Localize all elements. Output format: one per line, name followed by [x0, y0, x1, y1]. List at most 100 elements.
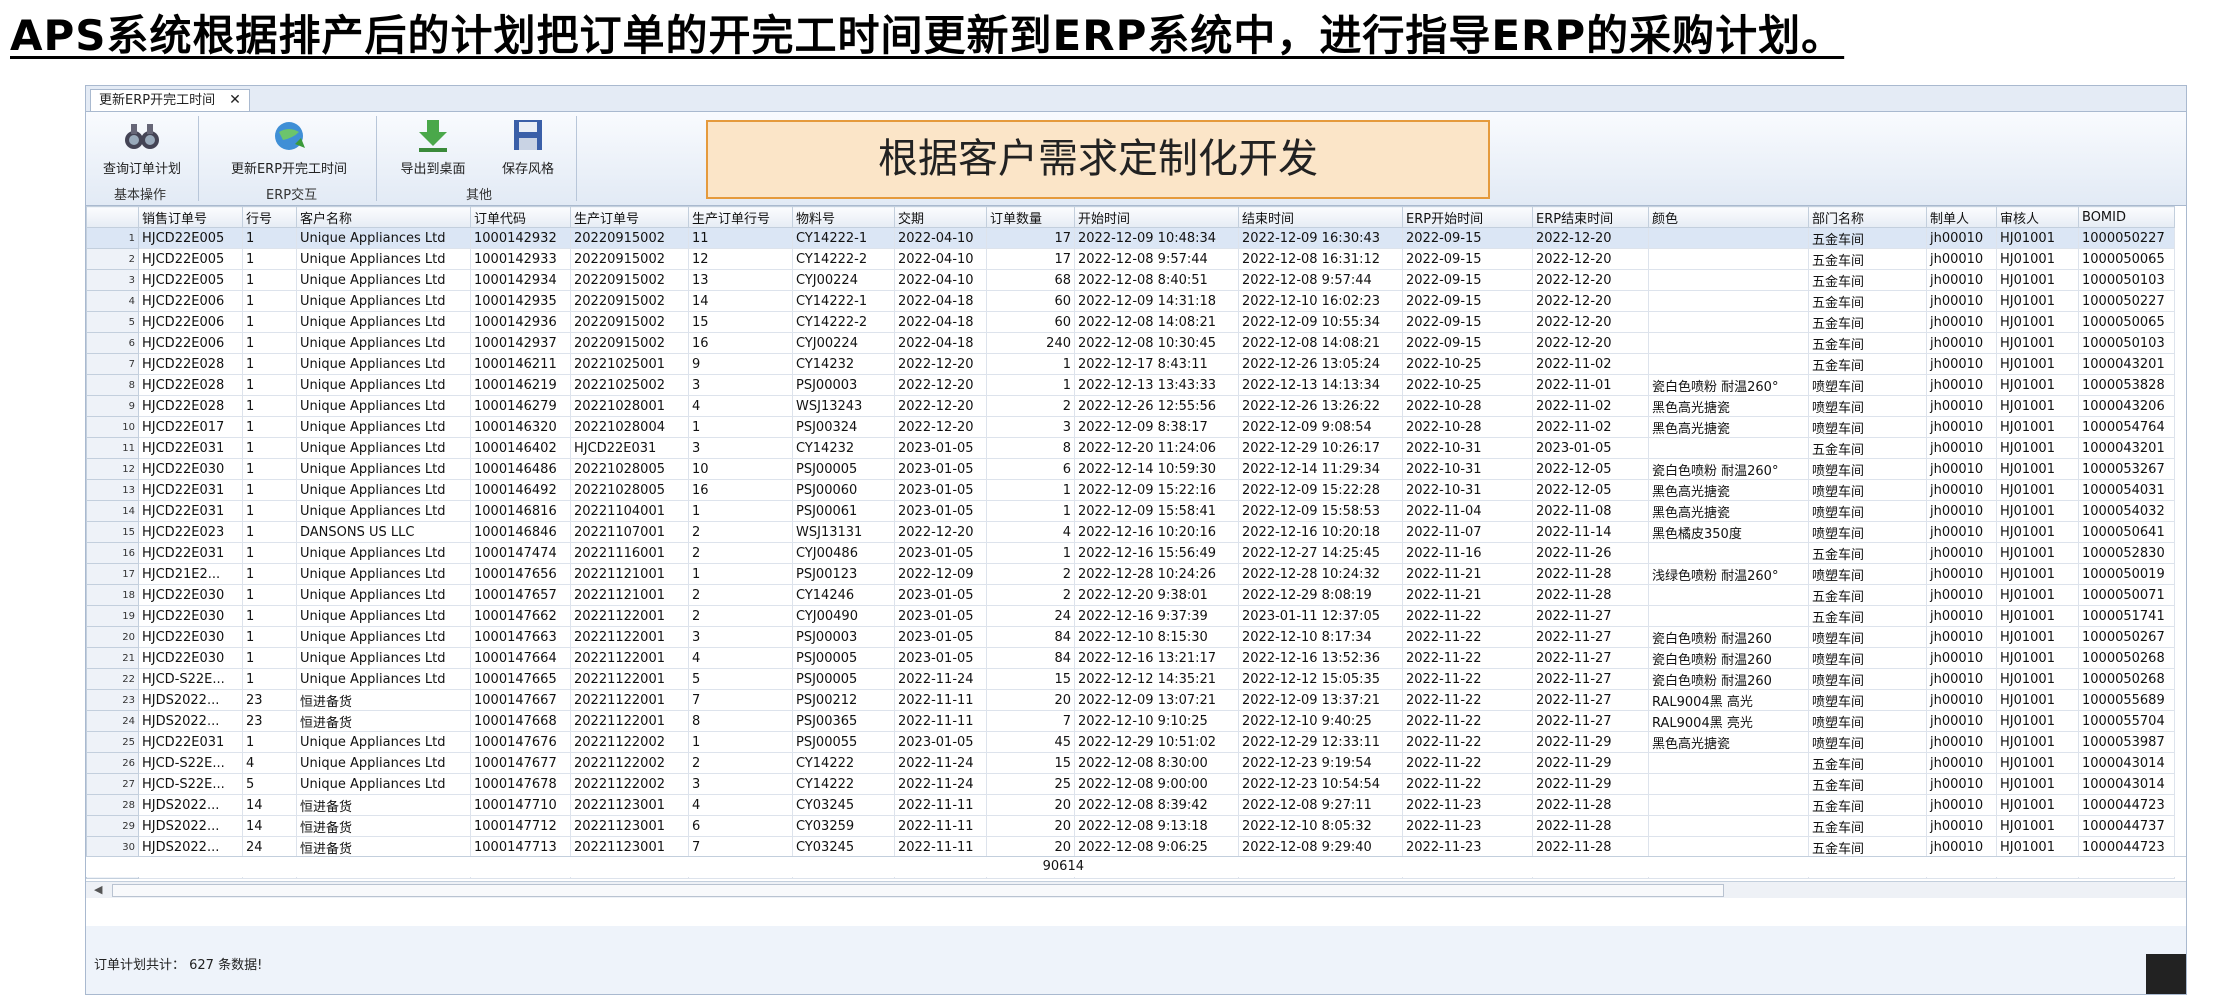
table-cell: 2022-12-08 16:31:12	[1238, 248, 1403, 270]
table-row[interactable]: 8 HJCD22E028 1 Unique Appliances Ltd 1000146…	[86, 374, 2175, 396]
table-cell: 3	[688, 626, 793, 648]
table-cell: 五金车间	[1808, 311, 1927, 333]
column-header[interactable]: 订单代码	[470, 206, 571, 228]
column-header[interactable]: 物料号	[792, 206, 895, 228]
table-cell: 1	[242, 248, 297, 270]
table-cell: 2023-01-05	[894, 500, 987, 522]
column-header[interactable]: 开始时间	[1074, 206, 1239, 228]
table-cell: 1	[986, 500, 1075, 522]
column-header[interactable]: ERP开始时间	[1402, 206, 1533, 228]
table-cell: 1000044723	[2078, 794, 2175, 816]
column-header[interactable]: 生产订单号	[570, 206, 689, 228]
export-desktop-button[interactable]: 导出到桌面	[388, 118, 478, 178]
row-number: 20	[86, 626, 139, 648]
save-style-button[interactable]: 保存风格	[488, 118, 568, 178]
table-cell: 1000050071	[2078, 584, 2175, 606]
table-cell: 2	[986, 584, 1075, 606]
column-header[interactable]: 结束时间	[1238, 206, 1403, 228]
table-cell: jh00010	[1926, 731, 1997, 753]
table-row[interactable]: 21 HJCD22E030 1 Unique Appliances Ltd 100014…	[86, 647, 2175, 669]
table-cell: HJ01001	[1996, 353, 2079, 375]
table-row[interactable]: 1 HJCD22E005 1 Unique Appliances Ltd 1000142…	[86, 227, 2175, 249]
table-row[interactable]: 28 HJDS2022... 14 恒进备货 1000147710 20221123001…	[86, 794, 2175, 816]
table-cell: 2022-12-23 9:19:54	[1238, 752, 1403, 774]
table-cell: 2022-12-08 8:30:00	[1074, 752, 1239, 774]
horizontal-scrollbar[interactable]: ◀	[86, 881, 2186, 898]
table-cell: 2022-11-04	[1402, 500, 1533, 522]
table-row[interactable]: 15 HJCD22E023 1 DANSONS US LLC 1000146846 202…	[86, 521, 2175, 543]
column-header[interactable]: 部门名称	[1808, 206, 1927, 228]
table-row[interactable]: 24 HJDS2022... 23 恒进备货 1000147668 20221122001…	[86, 710, 2175, 732]
column-header[interactable]: 订单数量	[986, 206, 1075, 228]
row-number: 12	[86, 458, 139, 480]
table-cell: 1	[242, 227, 297, 249]
table-row[interactable]: 4 HJCD22E006 1 Unique Appliances Ltd 1000142…	[86, 290, 2175, 312]
table-row[interactable]: 3 HJCD22E005 1 Unique Appliances Ltd 1000142…	[86, 269, 2175, 291]
table-cell: HJ01001	[1996, 290, 2079, 312]
close-icon[interactable]: ✕	[229, 92, 241, 108]
table-row[interactable]: 18 HJCD22E030 1 Unique Appliances Ltd 100014…	[86, 584, 2175, 606]
erp-update-window: 更新ERP开完工时间 ✕ 查询订单计划 更新ERP开完工时间 导出到桌面 保存风…	[85, 85, 2187, 995]
group-label-basic: 基本操作	[114, 188, 167, 203]
column-header[interactable]: 制单人	[1926, 206, 1997, 228]
table-cell: Unique Appliances Ltd	[296, 542, 471, 564]
column-header[interactable]: 客户名称	[296, 206, 471, 228]
table-row[interactable]: 9 HJCD22E028 1 Unique Appliances Ltd 1000146…	[86, 395, 2175, 417]
table-row[interactable]: 6 HJCD22E006 1 Unique Appliances Ltd 1000142…	[86, 332, 2175, 354]
table-cell: 1000147676	[470, 731, 571, 753]
table-cell: Unique Appliances Ltd	[296, 290, 471, 312]
table-row[interactable]: 30 HJDS2022... 24 恒进备货 1000147713 20221123001…	[86, 836, 2175, 858]
table-cell: 20220915002	[570, 227, 689, 249]
table-cell: jh00010	[1926, 752, 1997, 774]
table-cell: 1	[242, 269, 297, 291]
table-row[interactable]: 29 HJDS2022... 14 恒进备货 1000147712 20221123001…	[86, 815, 2175, 837]
column-header[interactable]: 行号	[242, 206, 297, 228]
table-row[interactable]: 11 HJCD22E031 1 Unique Appliances Ltd 100014…	[86, 437, 2175, 459]
table-cell: 1000050103	[2078, 269, 2175, 291]
table-row[interactable]: 5 HJCD22E006 1 Unique Appliances Ltd 1000142…	[86, 311, 2175, 333]
scrollbar-thumb[interactable]	[112, 884, 1724, 897]
table-row[interactable]: 27 HJCD-S22E... 5 Unique Appliances Ltd 1000…	[86, 773, 2175, 795]
table-cell: CY14222	[792, 773, 895, 795]
table-row[interactable]: 16 HJCD22E031 1 Unique Appliances Ltd 100014…	[86, 542, 2175, 564]
column-header[interactable]: 生产订单行号	[688, 206, 793, 228]
table-cell: RAL9004黑 亮光	[1648, 710, 1809, 732]
table-cell: 20220915002	[570, 332, 689, 354]
column-header[interactable]: BOMID	[2078, 206, 2175, 228]
table-cell: CY14246	[792, 584, 895, 606]
table-row[interactable]: 22 HJCD-S22E... 1 Unique Appliances Ltd 1000…	[86, 668, 2175, 690]
column-header[interactable]: ERP结束时间	[1532, 206, 1649, 228]
update-erp-time-button[interactable]: 更新ERP开完工时间	[214, 118, 364, 178]
table-cell: 喷塑车间	[1808, 710, 1927, 732]
table-cell: WSJ13243	[792, 395, 895, 417]
table-row[interactable]: 19 HJCD22E030 1 Unique Appliances Ltd 100014…	[86, 605, 2175, 627]
table-cell: 20221025002	[570, 374, 689, 396]
table-cell: 2022-11-22	[1402, 668, 1533, 690]
column-header[interactable]: 颜色	[1648, 206, 1809, 228]
scroll-left-icon[interactable]: ◀	[94, 882, 102, 898]
column-header[interactable]: 销售订单号	[138, 206, 243, 228]
table-row[interactable]: 10 HJCD22E017 1 Unique Appliances Ltd 100014…	[86, 416, 2175, 438]
table-row[interactable]: 26 HJCD-S22E... 4 Unique Appliances Ltd 1000…	[86, 752, 2175, 774]
table-cell: HJ01001	[1996, 794, 2079, 816]
table-row[interactable]: 13 HJCD22E031 1 Unique Appliances Ltd 100014…	[86, 479, 2175, 501]
table-row[interactable]: 23 HJDS2022... 23 恒进备货 1000147667 20221122001…	[86, 689, 2175, 711]
column-header[interactable]: 审核人	[1996, 206, 2079, 228]
table-cell: 喷塑车间	[1808, 689, 1927, 711]
table-row[interactable]: 17 HJCD21E2... 1 Unique Appliances Ltd 10001…	[86, 563, 2175, 585]
query-order-plan-button[interactable]: 查询订单计划	[94, 118, 190, 178]
table-row[interactable]: 20 HJCD22E030 1 Unique Appliances Ltd 100014…	[86, 626, 2175, 648]
table-cell: 1000053267	[2078, 458, 2175, 480]
table-cell: 7	[986, 710, 1075, 732]
table-cell: 2022-12-28 10:24:26	[1074, 563, 1239, 585]
table-cell: 1000052830	[2078, 542, 2175, 564]
table-row[interactable]: 12 HJCD22E030 1 Unique Appliances Ltd 100014…	[86, 458, 2175, 480]
table-cell: 2022-11-27	[1532, 689, 1649, 711]
column-header[interactable]: 交期	[894, 206, 987, 228]
table-row[interactable]: 14 HJCD22E031 1 Unique Appliances Ltd 100014…	[86, 500, 2175, 522]
tab-update-erp-time[interactable]: 更新ERP开完工时间 ✕	[90, 89, 250, 111]
table-row[interactable]: 2 HJCD22E005 1 Unique Appliances Ltd 1000142…	[86, 248, 2175, 270]
table-cell: 2022-10-31	[1402, 479, 1533, 501]
table-row[interactable]: 25 HJCD22E031 1 Unique Appliances Ltd 100014…	[86, 731, 2175, 753]
table-row[interactable]: 7 HJCD22E028 1 Unique Appliances Ltd 1000146…	[86, 353, 2175, 375]
